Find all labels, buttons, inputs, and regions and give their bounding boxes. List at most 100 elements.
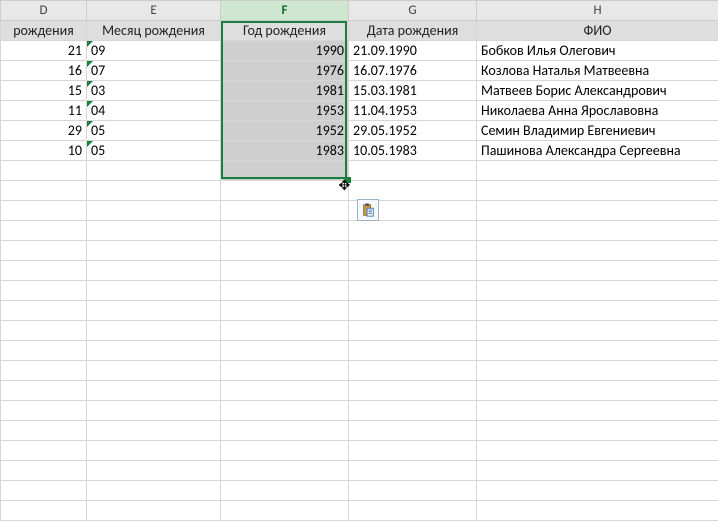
cell[interactable]: Козлова Наталья Матвеевна	[477, 61, 718, 81]
cell[interactable]	[1, 161, 87, 181]
cell[interactable]	[1, 321, 87, 341]
cell[interactable]	[477, 441, 718, 461]
cell[interactable]	[349, 381, 477, 401]
cell[interactable]	[1, 441, 87, 461]
spreadsheet-grid[interactable]: DEFGH рожденияМесяц рожденияГод рождения…	[0, 0, 718, 521]
cell[interactable]	[477, 501, 718, 521]
table-row[interactable]	[1, 221, 718, 241]
cell[interactable]	[221, 161, 349, 181]
table-row[interactable]	[1, 461, 718, 481]
cell[interactable]	[87, 361, 221, 381]
cell[interactable]	[1, 281, 87, 301]
cell[interactable]: 11	[1, 101, 87, 121]
cell[interactable]	[1, 481, 87, 501]
cell[interactable]	[1, 421, 87, 441]
cell[interactable]	[87, 441, 221, 461]
cell[interactable]	[221, 321, 349, 341]
cell[interactable]	[477, 201, 718, 221]
cell[interactable]	[349, 161, 477, 181]
cell[interactable]: 05	[87, 141, 221, 161]
cell[interactable]	[1, 241, 87, 261]
table-row[interactable]	[1, 181, 718, 201]
cell[interactable]	[477, 241, 718, 261]
table-row[interactable]	[1, 421, 718, 441]
header-label-cell[interactable]: Месяц рождения	[87, 21, 221, 41]
cell[interactable]	[349, 181, 477, 201]
cell[interactable]	[1, 361, 87, 381]
header-label-cell[interactable]: рождения	[1, 21, 87, 41]
table-row[interactable]	[1, 441, 718, 461]
cell[interactable]: 07	[87, 61, 221, 81]
cell[interactable]	[349, 501, 477, 521]
cell[interactable]	[221, 241, 349, 261]
cell[interactable]	[1, 301, 87, 321]
cell[interactable]	[349, 341, 477, 361]
table-row[interactable]	[1, 301, 718, 321]
column-header-D[interactable]: D	[1, 1, 87, 21]
cell[interactable]	[349, 401, 477, 421]
table-row[interactable]: 1005198310.05.1983Пашинова Александра Се…	[1, 141, 718, 161]
cell[interactable]	[221, 221, 349, 241]
table-row[interactable]	[1, 321, 718, 341]
column-header-H[interactable]: H	[477, 1, 718, 21]
cell[interactable]	[221, 261, 349, 281]
cell[interactable]	[349, 361, 477, 381]
cell[interactable]: 05	[87, 121, 221, 141]
cell[interactable]	[477, 301, 718, 321]
cell[interactable]	[221, 481, 349, 501]
cell[interactable]	[221, 501, 349, 521]
cell[interactable]	[477, 361, 718, 381]
cell[interactable]	[1, 501, 87, 521]
cell[interactable]	[477, 381, 718, 401]
cell[interactable]	[349, 461, 477, 481]
cell[interactable]: Матвеев Борис Александрович	[477, 81, 718, 101]
cell[interactable]	[349, 321, 477, 341]
cell[interactable]	[87, 221, 221, 241]
cell[interactable]: 1952	[221, 121, 349, 141]
cell[interactable]	[1, 201, 87, 221]
header-label-cell[interactable]: ФИО	[477, 21, 718, 41]
table-row[interactable]: 1104195311.04.1953Николаева Анна Ярослав…	[1, 101, 718, 121]
cell[interactable]	[477, 221, 718, 241]
column-header-G[interactable]: G	[349, 1, 477, 21]
cell[interactable]	[87, 201, 221, 221]
cell[interactable]	[87, 381, 221, 401]
cell[interactable]	[477, 261, 718, 281]
cell[interactable]	[477, 401, 718, 421]
table-row[interactable]	[1, 401, 718, 421]
cell[interactable]	[87, 401, 221, 421]
cell[interactable]	[349, 441, 477, 461]
cell[interactable]: 16	[1, 61, 87, 81]
cell[interactable]	[349, 281, 477, 301]
cell[interactable]	[87, 181, 221, 201]
cell[interactable]	[477, 321, 718, 341]
table-row[interactable]: 2905195229.05.1952Семин Владимир Евгение…	[1, 121, 718, 141]
cell[interactable]: Бобков Илья Олегович	[477, 41, 718, 61]
cell[interactable]: 15.03.1981	[349, 81, 477, 101]
cell[interactable]: 29	[1, 121, 87, 141]
paste-options-button[interactable]	[357, 199, 379, 221]
cell[interactable]	[349, 261, 477, 281]
table-row[interactable]	[1, 261, 718, 281]
cell[interactable]	[1, 381, 87, 401]
cell[interactable]	[221, 281, 349, 301]
fill-handle[interactable]	[345, 177, 351, 183]
cell[interactable]: 15	[1, 81, 87, 101]
cell[interactable]	[87, 501, 221, 521]
cell[interactable]	[221, 401, 349, 421]
column-header-E[interactable]: E	[87, 1, 221, 21]
cell[interactable]	[477, 461, 718, 481]
cell[interactable]: 03	[87, 81, 221, 101]
column-header-row[interactable]: DEFGH	[1, 1, 718, 21]
cell[interactable]	[87, 301, 221, 321]
cell[interactable]	[87, 161, 221, 181]
cell[interactable]	[349, 301, 477, 321]
cell[interactable]: 1976	[221, 61, 349, 81]
cell[interactable]: 1981	[221, 81, 349, 101]
cell[interactable]	[221, 301, 349, 321]
table-row[interactable]	[1, 501, 718, 521]
cell[interactable]	[87, 281, 221, 301]
table-row[interactable]	[1, 281, 718, 301]
cell[interactable]	[87, 261, 221, 281]
cell[interactable]	[87, 341, 221, 361]
